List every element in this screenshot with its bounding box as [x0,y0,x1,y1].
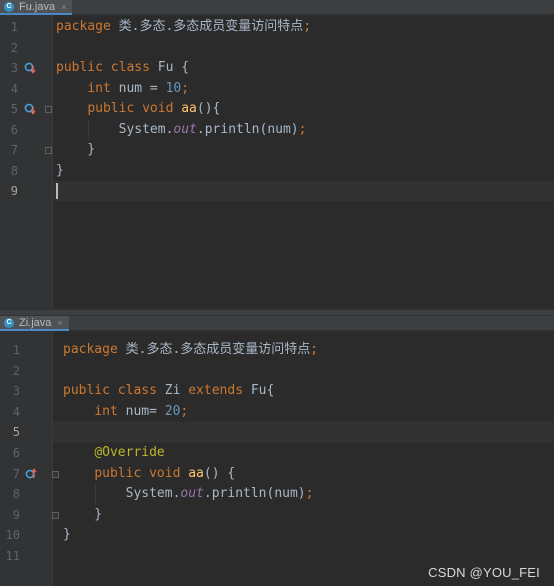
line-number: 8 [12,487,20,502]
close-tab-icon[interactable]: × [57,318,62,328]
fold-marker-icon[interactable] [45,106,52,113]
text-caret [56,183,58,199]
code-line-8[interactable]: 8 System.out.println(num); [0,484,554,504]
code-text: int num= 20; [94,403,189,419]
code-text: } [56,162,64,178]
code-line-6[interactable]: 6 @Override [0,443,554,463]
code-line-5[interactable]: 5 [0,422,554,443]
code-text: package 类.多态.多态成员变量访问特点; [56,19,312,34]
line-number: 6 [10,122,18,137]
split-divider[interactable] [0,309,554,316]
line-number: 9 [10,184,18,198]
code-line-1[interactable]: 1 package 类.多态.多态成员变量访问特点; [0,340,554,360]
java-class-icon: C [4,317,14,328]
fold-marker-icon[interactable] [52,511,59,519]
code-text: System.out.println(num); [63,486,314,502]
code-line-5[interactable]: 5 public void aa(){ [0,99,554,119]
line-background [53,546,554,566]
line-background [53,361,554,381]
tab-fu-java[interactable]: C Fu.java × [0,0,73,15]
code-text: public class Zi extends Fu{ [63,383,275,399]
code-text: } [63,527,71,543]
line-background [53,422,554,443]
code-line-9[interactable]: 9 } [0,505,554,525]
line-number: 10 [5,528,20,543]
line-background [53,505,554,525]
tab-zi-java[interactable]: C Zi.java × [0,316,69,331]
indent-guide [95,484,96,505]
fold-marker-icon[interactable] [52,470,59,478]
line-background [53,161,554,181]
tab-title: Zi.java [19,316,52,329]
line-background [53,525,554,545]
tab-title: Fu.java [19,0,56,13]
code-text: @Override [94,445,165,460]
line-number: 5 [10,102,18,116]
overrides-up-icon[interactable] [25,467,37,480]
java-class-icon: C [4,1,14,12]
code-line-4[interactable]: 4 int num = 10; [0,79,554,99]
overridden-down-icon[interactable] [24,62,36,74]
line-number: 5 [12,425,20,440]
line-background [53,181,554,201]
code-line-2[interactable]: 2 [0,38,554,58]
code-text: public void aa() { [94,465,236,481]
code-line-3[interactable]: 3 public class Zi extends Fu{ [0,381,554,401]
line-number: 7 [10,143,18,157]
line-number: 1 [12,343,20,357]
watermark: CSDN @YOU_FEI [428,565,540,580]
code-line-2[interactable]: 2 [0,361,554,381]
line-number: 3 [12,384,20,399]
code-line-11[interactable]: 11 [0,546,554,566]
line-background [53,38,554,58]
code-text: public void aa(){ [87,101,221,116]
editor-tab-bar: C Zi.java × [0,316,554,331]
line-background [53,140,554,160]
code-text: package 类.多态.多态成员变量访问特点; [63,342,319,357]
line-number: 4 [12,404,20,419]
fold-marker-icon[interactable] [45,147,52,154]
code-line-9[interactable]: 9 [0,181,554,201]
line-number: 8 [10,163,18,178]
line-number: 2 [12,363,20,378]
code-line-4[interactable]: 4 int num= 20; [0,402,554,422]
close-tab-icon[interactable]: × [61,2,66,12]
code-line-7[interactable]: 7 } [0,140,554,160]
line-number: 4 [10,81,18,96]
code-text: public class Fu { [56,60,190,75]
code-line-6[interactable]: 6 System.out.println(num); [0,120,554,140]
editor-pane-fu[interactable]: C Fu.java × 1 package 类.多态.多态成员变量访问特点; 2 3 p… [0,0,554,309]
editor-pane-zi[interactable]: C Zi.java × 1 package 类.多态.多态成员变量访问特点; 2 3 p… [0,316,554,586]
line-number: 3 [10,61,18,75]
indent-guide [88,119,89,140]
line-number: 9 [12,507,20,522]
line-number: 1 [10,20,18,34]
code-text: } [56,142,96,157]
code-text: System.out.println(num); [56,121,307,137]
code-text: } [63,506,103,522]
overridden-down-icon[interactable] [24,103,36,115]
line-number: 11 [5,549,20,563]
code-line-3[interactable]: 3 public class Fu { [0,58,554,78]
line-number: 2 [10,40,18,55]
code-line-7[interactable]: 7 public void aa() { [0,464,554,484]
line-number: 7 [12,466,20,481]
code-line-1[interactable]: 1 package 类.多态.多态成员变量访问特点; [0,17,554,37]
code-line-10[interactable]: 10} [0,525,554,545]
code-text: int num = 10; [87,80,190,96]
code-line-8[interactable]: 8} [0,161,554,181]
editor-tab-bar: C Fu.java × [0,0,554,15]
line-number: 6 [12,446,20,460]
